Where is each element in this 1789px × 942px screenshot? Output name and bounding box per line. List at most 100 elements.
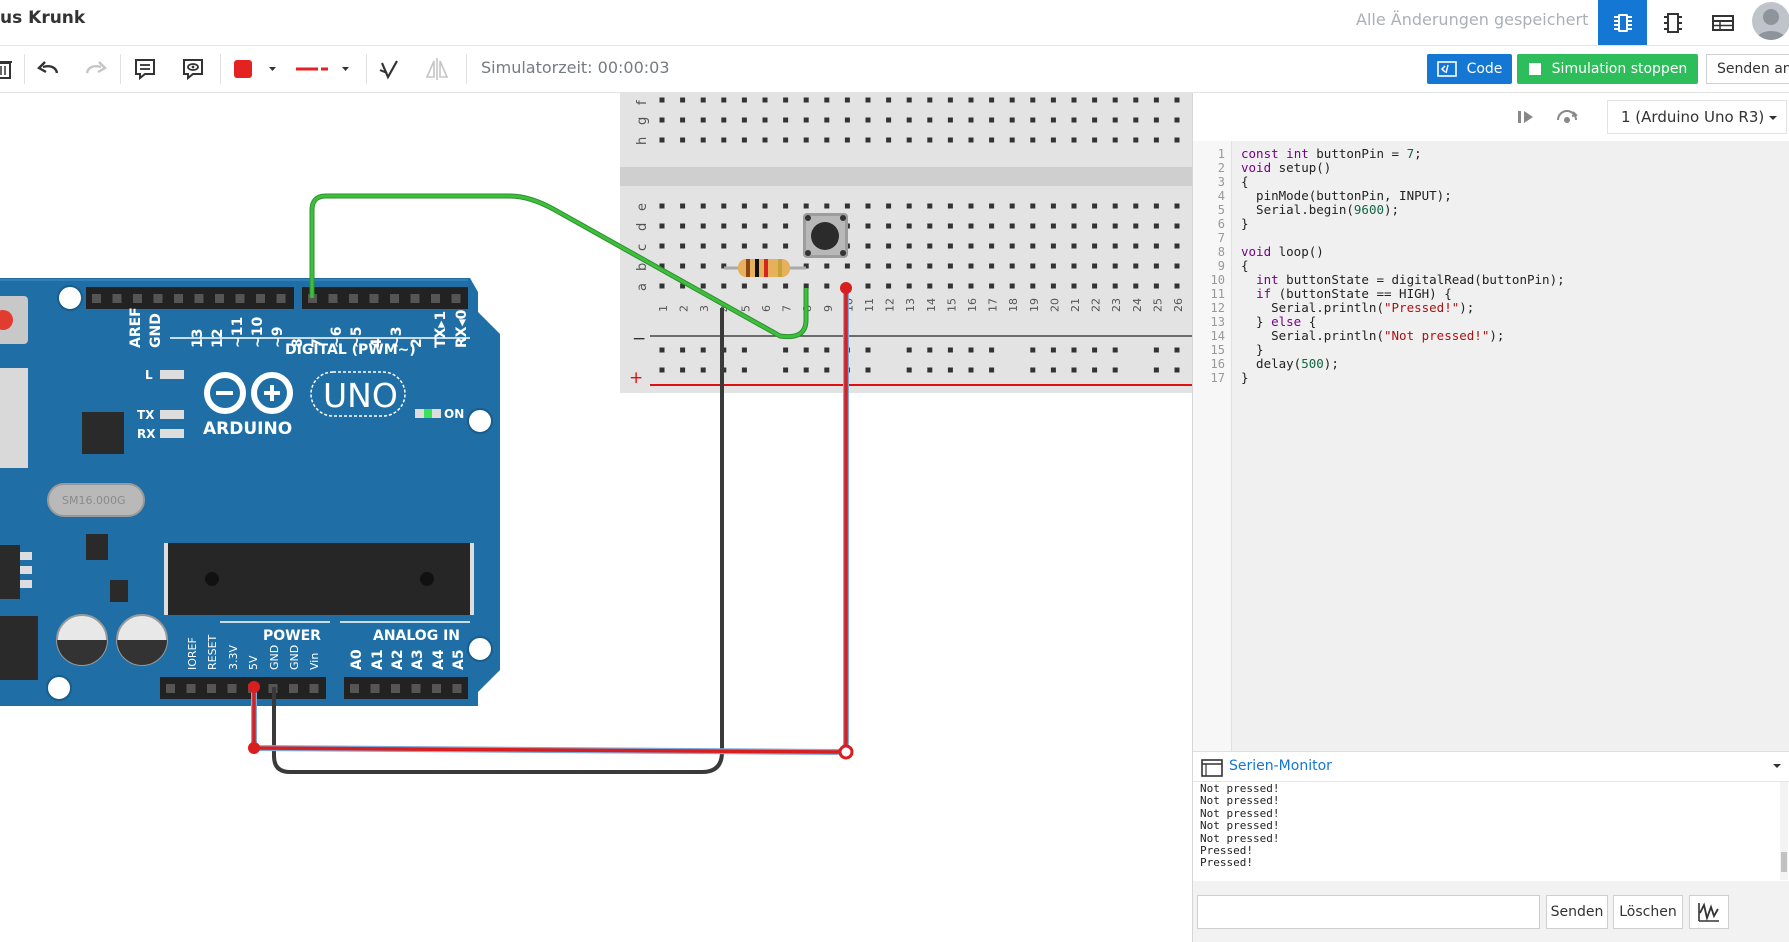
breadboard-hole xyxy=(803,203,809,209)
send-to-button[interactable]: Senden an xyxy=(1706,54,1789,84)
rail-hole xyxy=(989,367,995,373)
debug-watch-icon[interactable] xyxy=(1555,106,1579,128)
breadboard-hole xyxy=(803,283,809,289)
header-pin xyxy=(153,294,163,303)
serial-send-button[interactable]: Senden xyxy=(1546,895,1608,929)
user-avatar[interactable] xyxy=(1752,2,1789,40)
digital-pin-label: 7 xyxy=(310,338,326,348)
mirror-button[interactable] xyxy=(422,54,452,84)
code-line: Serial.println("Not pressed!"); xyxy=(1241,328,1505,343)
serial-output[interactable]: Not pressed! Not pressed! Not pressed! Not … xyxy=(1193,781,1789,883)
circuit-canvas[interactable]: − + fghabcde 1 2 3 4 5 6 7 8 9 10 11 12 13 14 15 16 17 18… xyxy=(0,93,1192,942)
line-number: 7 xyxy=(1217,231,1225,245)
breadboard-hole xyxy=(1050,223,1056,229)
toggle-notes-button[interactable] xyxy=(178,54,208,84)
column-label: 22 xyxy=(1090,298,1103,312)
arduino-uno-board[interactable]: SM16.000G L TX RX ON ARDUINO UNO DIGITAL… xyxy=(0,278,500,706)
breadboard-hole xyxy=(1174,137,1180,143)
breadboard-hole xyxy=(741,203,747,209)
line-number: 16 xyxy=(1210,357,1225,371)
breadboard-hole xyxy=(783,203,789,209)
push-button[interactable] xyxy=(803,213,848,258)
rotate-button[interactable] xyxy=(374,54,404,84)
breadboard-hole xyxy=(927,283,933,289)
serial-plotter-button[interactable] xyxy=(1689,895,1729,929)
breadboard-hole xyxy=(680,117,686,123)
line-number: 11 xyxy=(1210,287,1225,301)
breadboard-hole xyxy=(1009,223,1015,229)
power-pin-label: 3.3V xyxy=(227,645,240,670)
header-pin xyxy=(431,294,440,303)
column-label: 11 xyxy=(863,298,876,312)
rail-hole xyxy=(803,367,809,373)
chevron-down-icon[interactable] xyxy=(1772,762,1782,770)
fill-color-dropdown[interactable] xyxy=(229,54,281,84)
schematic-view-button[interactable] xyxy=(1648,0,1697,45)
power-label: POWER xyxy=(263,628,321,644)
breadboard-hole xyxy=(1092,137,1098,143)
breadboard-hole xyxy=(762,283,768,289)
row-label: e xyxy=(635,203,650,211)
code-line: } xyxy=(1241,370,1249,385)
breadboard-hole xyxy=(927,263,933,269)
rail-hole xyxy=(968,347,974,353)
breadboard-hole xyxy=(803,97,809,103)
step-play-icon[interactable] xyxy=(1515,107,1537,127)
breadboard-hole xyxy=(1112,97,1118,103)
line-number: 10 xyxy=(1210,273,1225,287)
code-editor[interactable]: 1 2 3 4 5 6 7 8 9 10 11 12 13 14 15 16 17 const int butt… xyxy=(1193,141,1789,751)
breadboard-hole xyxy=(947,117,953,123)
device-select[interactable]: 1 (Arduino Uno R3) xyxy=(1607,100,1787,134)
serial-monitor-header[interactable]: Serien-Monitor xyxy=(1193,751,1789,782)
digital-pin-label: GND xyxy=(148,313,164,348)
header-pin xyxy=(452,684,462,693)
serial-input[interactable] xyxy=(1197,895,1540,929)
undo-button[interactable] xyxy=(34,54,64,84)
rail-hole xyxy=(1153,367,1159,373)
breadboard-hole xyxy=(947,97,953,103)
serial-clear-button[interactable]: Löschen xyxy=(1613,895,1683,929)
breadboard-hole xyxy=(700,243,706,249)
line-number: 15 xyxy=(1210,343,1225,357)
component-list-button[interactable] xyxy=(1698,0,1747,45)
breadboard-hole xyxy=(1071,203,1077,209)
row-label: h xyxy=(635,137,650,145)
header-pin xyxy=(349,294,358,303)
circuit-view-button[interactable] xyxy=(1598,0,1647,45)
code-button[interactable]: Code xyxy=(1427,54,1512,84)
breadboard-hole xyxy=(659,137,665,143)
breadboard-hole xyxy=(721,97,727,103)
breadboard-hole xyxy=(1153,283,1159,289)
line-style-dropdown[interactable] xyxy=(290,54,356,84)
breadboard-hole xyxy=(1112,203,1118,209)
breadboard-hole xyxy=(968,117,974,123)
breadboard-hole xyxy=(1153,223,1159,229)
project-title[interactable]: us Krunk xyxy=(0,8,85,28)
line-number: 14 xyxy=(1210,329,1225,343)
breadboard-hole xyxy=(700,223,706,229)
header-pin xyxy=(350,684,359,693)
line-number: 17 xyxy=(1210,371,1225,385)
breadboard-hole xyxy=(824,263,830,269)
breadboard-hole xyxy=(1071,117,1077,123)
breadboard-hole xyxy=(947,283,953,289)
header-pin xyxy=(411,684,421,693)
rail-hole xyxy=(1050,347,1056,353)
eye-note-icon xyxy=(183,59,203,81)
breadboard-hole xyxy=(680,97,686,103)
breadboard[interactable]: − + fghabcde 1 2 3 4 5 6 7 8 9 10 11 12 13 14 15 16 17 18… xyxy=(620,93,1192,393)
breadboard-hole xyxy=(659,203,665,209)
monitor-window-icon xyxy=(1201,759,1223,777)
plus-rail-label: + xyxy=(629,368,643,388)
rail-hole xyxy=(927,367,933,373)
delete-button[interactable] xyxy=(0,54,16,84)
serial-scrollbar[interactable] xyxy=(1780,782,1788,880)
redo-button[interactable] xyxy=(80,54,110,84)
annotation-button[interactable] xyxy=(130,54,160,84)
breadboard-hole xyxy=(824,117,830,123)
rail-hole xyxy=(680,347,686,353)
breadboard-hole xyxy=(1112,223,1118,229)
header-pin xyxy=(92,294,101,303)
breadboard-hole xyxy=(968,243,974,249)
stop-simulation-button[interactable]: Simulation stoppen xyxy=(1517,54,1698,84)
